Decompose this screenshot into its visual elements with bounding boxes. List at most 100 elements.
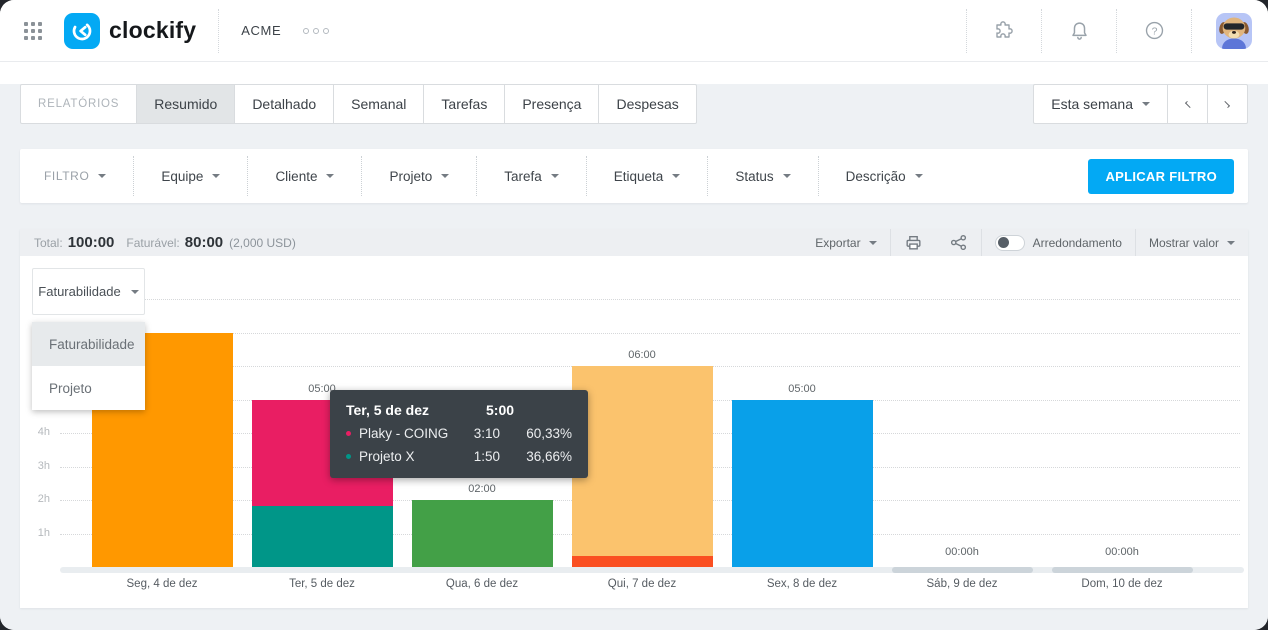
gridline-8h [60, 299, 1240, 300]
tooltip-series-time: 3:10 [474, 426, 526, 441]
billable-amount: (2,000 USD) [229, 236, 296, 250]
chevron-down-icon [915, 174, 923, 178]
zero-bar [892, 567, 1033, 573]
chevron-down-icon [869, 241, 877, 245]
rounding-control: Arredondamento [981, 229, 1135, 256]
apps-grid-icon[interactable] [24, 22, 42, 40]
y-axis-tick: 1h [20, 527, 50, 539]
x-axis-label: Seg, 4 de dez [82, 578, 242, 590]
bar-value-label: 02:00 [402, 483, 562, 495]
tab-presença[interactable]: Presença [504, 84, 599, 124]
series-color-dot [346, 454, 351, 459]
user-avatar[interactable] [1216, 13, 1252, 49]
filter-projeto[interactable]: Projeto [362, 156, 477, 196]
clockify-logo[interactable]: clockify [64, 13, 196, 49]
svg-text:?: ? [1151, 25, 1157, 37]
filter-cliente[interactable]: Cliente [248, 156, 362, 196]
summary-chart-card: Total: 100:00 Faturável: 80:00 (2,000 US… [20, 229, 1248, 608]
tooltip-total: 5:00 [486, 402, 514, 418]
tooltip-series-name: Projeto X [359, 449, 474, 464]
export-button[interactable]: Exportar [802, 229, 889, 256]
brand-name: clockify [109, 17, 196, 44]
chevron-down-icon [212, 174, 220, 178]
topbar-actions: ? [960, 9, 1252, 53]
next-period-button[interactable] [1207, 84, 1248, 124]
divider [1116, 9, 1117, 53]
print-button[interactable] [890, 229, 936, 256]
workspace-name[interactable]: ACME [241, 23, 281, 38]
grouping-menu: FaturabilidadeProjeto [32, 322, 145, 410]
divider [966, 9, 967, 53]
filter-equipe[interactable]: Equipe [134, 156, 248, 196]
printer-icon [904, 233, 923, 252]
show-value-selector[interactable]: Mostrar valor [1135, 229, 1248, 256]
billable-value: 80:00 [185, 234, 223, 251]
zero-bar [1052, 567, 1193, 573]
bar-segment[interactable] [732, 400, 873, 568]
filter-etiqueta[interactable]: Etiqueta [587, 156, 709, 196]
chart-plot: Faturabilidade FaturabilidadeProjeto Ter… [20, 256, 1248, 608]
filter-descrição[interactable]: Descrição [819, 156, 950, 196]
tooltip-rows: Plaky - COING3:1060,33%Projeto X1:5036,6… [346, 426, 572, 464]
rounding-toggle[interactable] [995, 235, 1025, 251]
bar-segment[interactable] [572, 366, 713, 556]
x-axis-label: Sáb, 9 de dez [882, 578, 1042, 590]
filter-bar: FILTRO EquipeClienteProjetoTarefaEtiquet… [20, 149, 1248, 203]
total-value: 100:00 [68, 234, 115, 251]
tooltip-series-percent: 36,66% [526, 449, 572, 464]
chevron-down-icon [672, 174, 680, 178]
bar-segment[interactable] [412, 500, 553, 567]
chevron-down-icon [1227, 241, 1235, 245]
chevron-down-icon [551, 174, 559, 178]
help-icon[interactable]: ? [1142, 19, 1166, 43]
apply-filter-button[interactable]: APLICAR FILTRO [1088, 159, 1234, 194]
rounding-label: Arredondamento [1033, 236, 1122, 250]
tooltip-row: Projeto X1:5036,66% [346, 449, 572, 464]
tab-detalhado[interactable]: Detalhado [234, 84, 334, 124]
chevron-down-icon [1142, 102, 1150, 106]
tooltip-header: Ter, 5 de dez 5:00 [346, 402, 572, 418]
divider [1191, 9, 1192, 53]
y-axis-tick: 3h [20, 460, 50, 472]
x-axis-label: Qua, 6 de dez [402, 578, 562, 590]
tabs-section-label: RELATÓRIOS [20, 84, 137, 124]
clockify-app-window: clockify ACME ? [0, 0, 1268, 630]
menu-option-faturabilidade[interactable]: Faturabilidade [32, 322, 145, 366]
report-content: RELATÓRIOS ResumidoDetalhadoSemanalTaref… [0, 84, 1268, 630]
notifications-bell-icon[interactable] [1067, 19, 1091, 43]
chevron-down-icon [783, 174, 791, 178]
bar-segment[interactable] [252, 506, 393, 567]
x-axis-label: Qui, 7 de dez [562, 578, 722, 590]
bar-segment[interactable] [572, 556, 713, 567]
tab-semanal[interactable]: Semanal [333, 84, 424, 124]
period-selector[interactable]: Esta semana [1033, 84, 1168, 124]
chevron-down-icon [441, 174, 449, 178]
divider [218, 9, 219, 53]
grouping-select[interactable]: Faturabilidade [32, 268, 145, 315]
y-axis-tick: 2h [20, 493, 50, 505]
billable-label: Faturável: [126, 236, 179, 250]
chevron-down-icon [326, 174, 334, 178]
tooltip-series-name: Plaky - COING [359, 426, 474, 441]
tab-tarefas[interactable]: Tarefas [423, 84, 505, 124]
chart-toolbar: Exportar [802, 229, 1248, 256]
report-tabs: RELATÓRIOS ResumidoDetalhadoSemanalTaref… [20, 84, 697, 124]
chevron-right-icon [1223, 100, 1230, 107]
filter-status[interactable]: Status [708, 156, 818, 196]
total-label: Total: [34, 236, 63, 250]
tab-resumido[interactable]: Resumido [136, 84, 235, 124]
share-button[interactable] [936, 229, 981, 256]
tab-despesas[interactable]: Despesas [598, 84, 696, 124]
workspace-menu-icon[interactable] [303, 28, 329, 34]
x-axis-label: Dom, 10 de dez [1042, 578, 1202, 590]
y-axis-tick: 4h [20, 426, 50, 438]
series-color-dot [346, 431, 351, 436]
integrations-puzzle-icon[interactable] [992, 19, 1016, 43]
menu-option-projeto[interactable]: Projeto [32, 366, 145, 410]
chevron-down-icon [98, 174, 106, 178]
prev-period-button[interactable] [1167, 84, 1208, 124]
x-axis-label: Ter, 5 de dez [242, 578, 402, 590]
filter-tarefa[interactable]: Tarefa [477, 156, 587, 196]
chevron-down-icon [131, 290, 139, 294]
filter-label[interactable]: FILTRO [20, 156, 134, 196]
